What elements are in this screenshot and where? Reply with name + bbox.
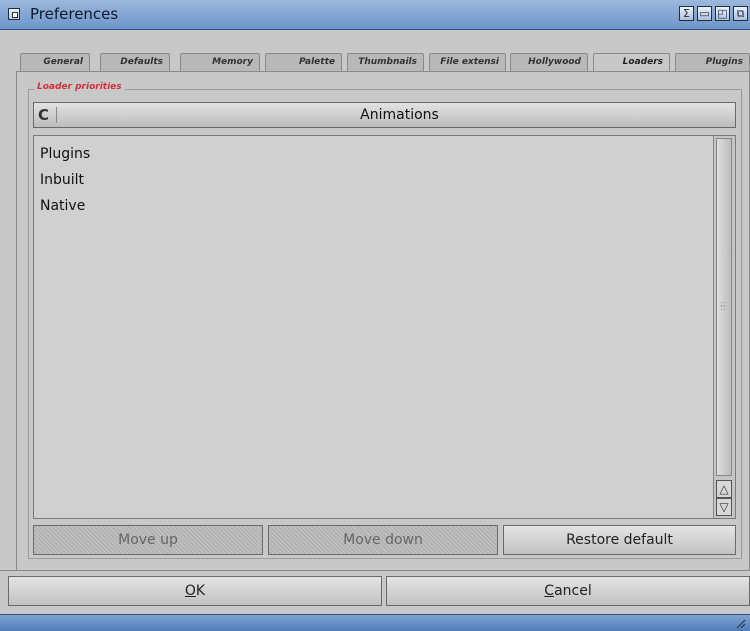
ok-label: K	[195, 583, 206, 599]
cancel-button[interactable]: Cancel	[386, 576, 750, 606]
iconify-icon[interactable]: Σ	[679, 6, 694, 21]
window-gadgets: Σ ▭ ◰ ⧉	[679, 6, 748, 21]
tab-palette[interactable]: Palette	[265, 53, 342, 71]
tab-memory[interactable]: Memory	[180, 53, 260, 71]
scrollbar-knob[interactable]: ::::	[716, 138, 732, 476]
tab-defaults[interactable]: Defaults	[100, 53, 170, 71]
grip-icon: ::::	[720, 299, 726, 312]
tab-hollywood[interactable]: Hollywood	[510, 53, 588, 71]
list-scrollbar[interactable]: :::: △ ▽	[713, 136, 735, 518]
tab-general[interactable]: General	[20, 53, 90, 71]
tab-loaders[interactable]: Loaders	[593, 53, 670, 72]
window-bottom-bar	[0, 614, 750, 631]
zoom-icon[interactable]: ◰	[715, 6, 730, 21]
scroll-up-icon[interactable]: △	[716, 480, 732, 498]
restore-default-button[interactable]: Restore default	[503, 525, 736, 555]
list-item[interactable]: Native	[40, 198, 85, 214]
scroll-down-icon[interactable]: ▽	[716, 498, 732, 516]
close-icon[interactable]	[8, 8, 20, 20]
cycle-icon: C	[38, 107, 57, 123]
title-bar[interactable]: Preferences Σ ▭ ◰ ⧉	[0, 0, 750, 30]
tab-bar: General Defaults Memory Palette Thumbnai…	[20, 53, 750, 72]
preferences-window: Preferences Σ ▭ ◰ ⧉ General Defaults Mem…	[0, 0, 750, 631]
group-label: Loader priorities	[34, 82, 125, 92]
tab-file-extensions[interactable]: File extensi	[429, 53, 506, 71]
divider	[0, 570, 750, 571]
tab-thumbnails[interactable]: Thumbnails	[347, 53, 424, 71]
cancel-shortcut: C	[544, 583, 555, 599]
cycle-value: Animations	[360, 107, 439, 123]
ok-button[interactable]: OK	[8, 576, 382, 606]
resize-icon[interactable]	[736, 619, 746, 629]
snapshot-icon[interactable]: ▭	[697, 6, 712, 21]
window-title: Preferences	[30, 5, 119, 23]
move-down-button[interactable]: Move down	[268, 525, 498, 555]
tab-plugins[interactable]: Plugins	[675, 53, 750, 71]
loader-list[interactable]: Plugins Inbuilt Native :::: △ ▽	[33, 135, 736, 519]
list-item[interactable]: Plugins	[40, 146, 90, 162]
depth-icon[interactable]: ⧉	[733, 6, 748, 21]
loader-type-cycle[interactable]: C Animations	[33, 102, 736, 128]
move-up-button[interactable]: Move up	[33, 525, 263, 555]
cancel-label: ancel	[554, 583, 592, 599]
ok-shortcut: O	[184, 583, 196, 599]
list-item[interactable]: Inbuilt	[40, 172, 84, 188]
